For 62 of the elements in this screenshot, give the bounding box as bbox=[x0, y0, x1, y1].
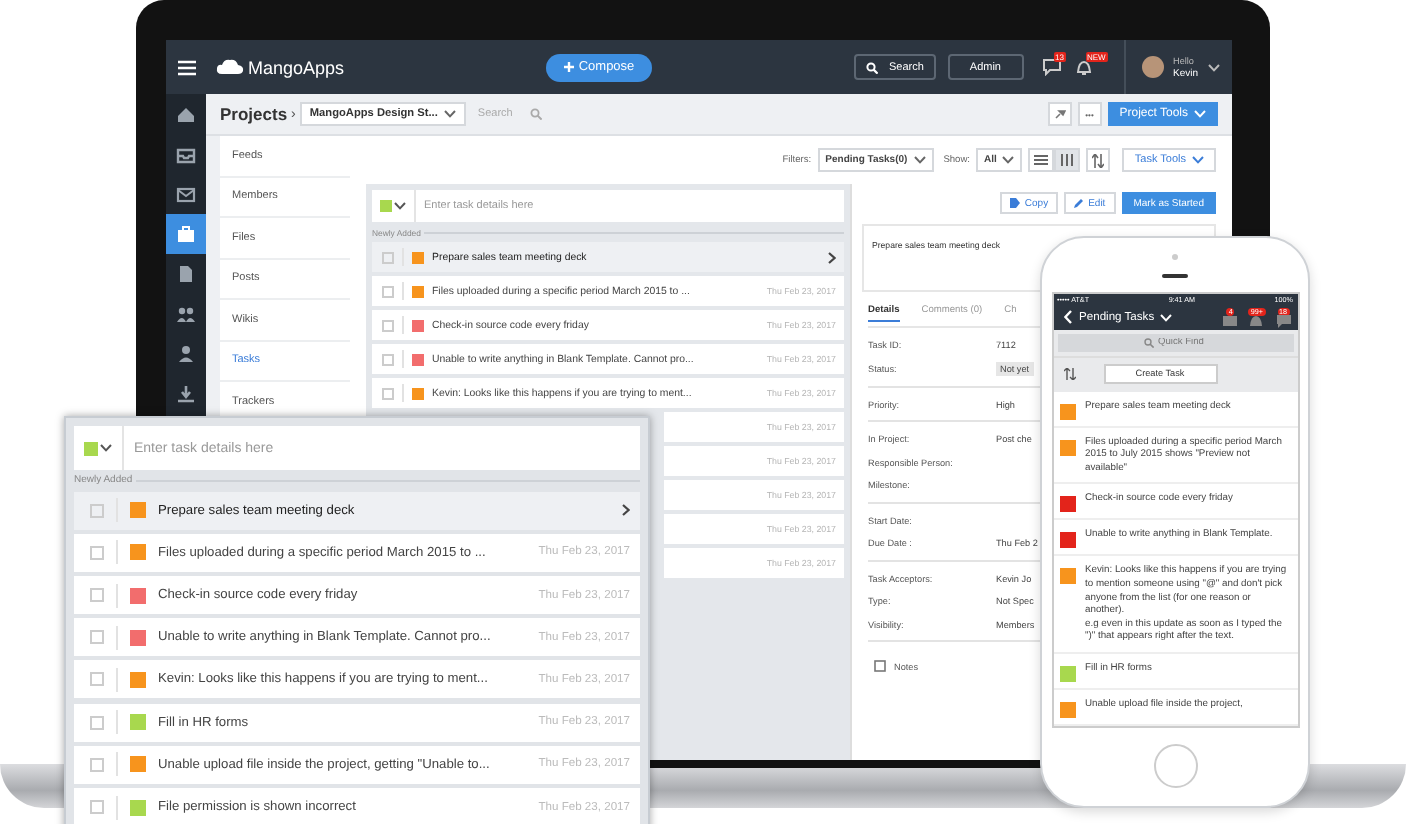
briefcase-icon bbox=[176, 224, 196, 244]
back-icon[interactable] bbox=[1063, 310, 1071, 325]
inbox-icon bbox=[176, 144, 196, 164]
checkbox[interactable] bbox=[382, 319, 394, 331]
cloud-logo-icon bbox=[216, 58, 244, 76]
logo-text: MangoApps bbox=[248, 57, 345, 77]
avatar[interactable] bbox=[1141, 56, 1163, 78]
caret-icon bbox=[1192, 156, 1204, 164]
columns-icon bbox=[1060, 154, 1075, 166]
list-view-button[interactable] bbox=[1028, 148, 1055, 172]
chevron-right-icon bbox=[828, 251, 836, 263]
checkbox[interactable] bbox=[90, 545, 104, 560]
person-icon bbox=[176, 344, 196, 364]
chat-bubble-icon[interactable] bbox=[1275, 313, 1291, 328]
chat-bubble-icon[interactable] bbox=[1041, 58, 1061, 76]
checkbox[interactable] bbox=[382, 251, 394, 263]
breadcrumb-title[interactable]: Projects bbox=[220, 104, 288, 124]
caret-icon bbox=[100, 444, 112, 452]
checkbox[interactable] bbox=[90, 757, 104, 772]
search-icon bbox=[866, 61, 879, 73]
board-view-button[interactable] bbox=[1054, 148, 1081, 172]
note-icon bbox=[874, 660, 886, 672]
caret-icon bbox=[1002, 156, 1015, 164]
color-picker[interactable] bbox=[372, 190, 416, 222]
tag-icon bbox=[1010, 198, 1021, 208]
checkbox[interactable] bbox=[90, 503, 104, 518]
document-icon bbox=[176, 264, 196, 284]
checkbox[interactable] bbox=[90, 630, 104, 645]
sort-icon bbox=[1092, 153, 1105, 167]
pencil-icon bbox=[1074, 198, 1085, 208]
envelope-icon bbox=[176, 184, 196, 204]
nav-rail-item[interactable] bbox=[166, 214, 206, 254]
chevron-right-icon bbox=[622, 504, 630, 517]
list-icon bbox=[1034, 154, 1049, 166]
menu-icon[interactable] bbox=[178, 59, 196, 75]
checkbox[interactable] bbox=[90, 715, 104, 730]
caret-icon bbox=[394, 202, 406, 210]
checkbox[interactable] bbox=[90, 800, 104, 814]
caret-icon bbox=[913, 156, 926, 164]
download-icon bbox=[176, 384, 196, 404]
checkbox[interactable] bbox=[382, 285, 394, 297]
pin-button[interactable] bbox=[1047, 102, 1072, 126]
camera-dot bbox=[1172, 254, 1178, 260]
search-icon bbox=[529, 108, 542, 120]
sort-button[interactable] bbox=[1086, 148, 1111, 172]
caret-icon bbox=[443, 110, 456, 118]
caret-icon bbox=[1160, 313, 1173, 322]
checkbox[interactable] bbox=[90, 672, 104, 687]
caret-icon bbox=[1208, 63, 1221, 71]
envelope-icon[interactable] bbox=[1222, 313, 1239, 328]
search-icon bbox=[1144, 337, 1154, 348]
caret-icon bbox=[1194, 110, 1206, 118]
people-icon bbox=[176, 304, 196, 324]
checkbox[interactable] bbox=[382, 353, 394, 365]
bell-icon[interactable] bbox=[1248, 313, 1265, 328]
sort-icon[interactable] bbox=[1063, 367, 1075, 380]
checkbox[interactable] bbox=[382, 387, 394, 399]
plus-icon bbox=[564, 62, 575, 72]
home-icon bbox=[176, 104, 196, 124]
color-picker[interactable] bbox=[74, 426, 124, 470]
bell-icon[interactable] bbox=[1073, 58, 1093, 76]
checkbox[interactable] bbox=[90, 588, 104, 603]
